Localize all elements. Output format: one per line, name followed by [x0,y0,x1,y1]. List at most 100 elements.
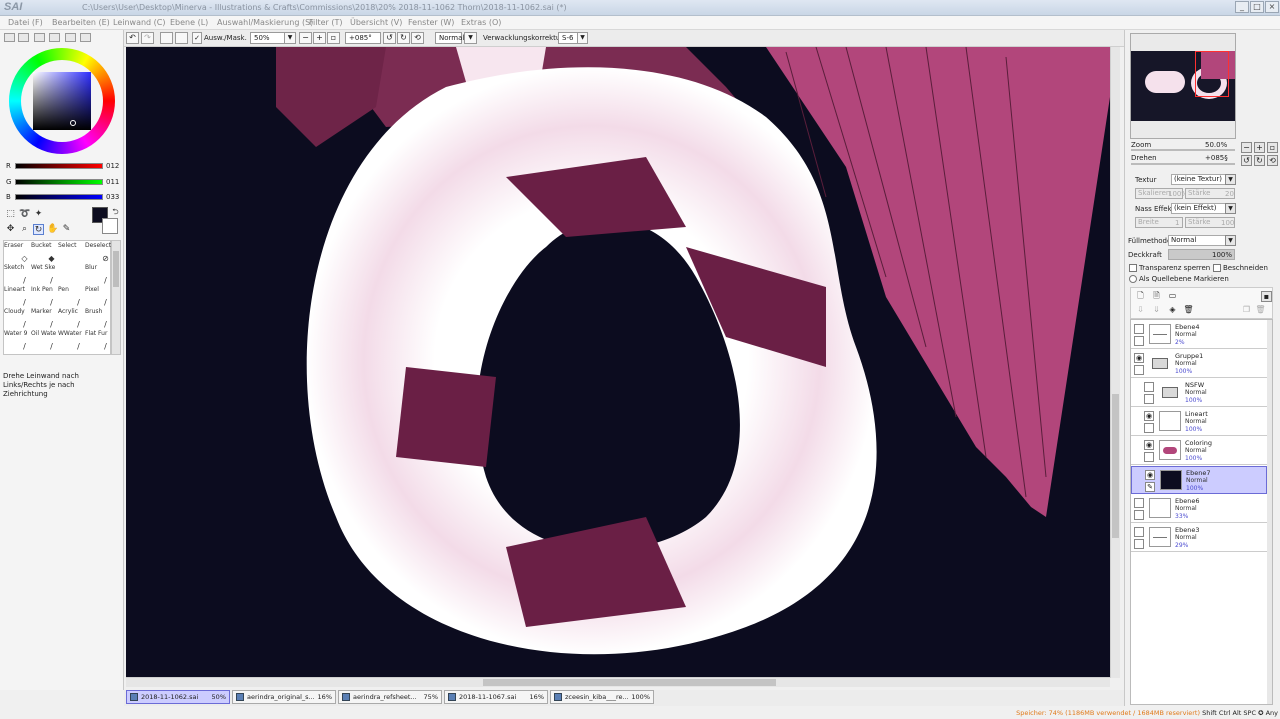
minimize-button[interactable]: _ [1235,1,1249,13]
fill-mode-dropdown-icon[interactable]: ▼ [1225,235,1236,246]
layer-lock-toggle[interactable] [1144,452,1154,462]
rotation-field[interactable]: +085° [345,32,381,44]
brush-slot[interactable]: Marker / [31,308,58,330]
navigator-zoom-reset-button[interactable]: ▫ [1267,142,1278,153]
layer-row[interactable]: ◉ Gruppe1 Normal 100% [1131,350,1267,378]
selection-mask-checkbox[interactable]: ✓ [192,32,202,44]
new-folder-icon[interactable]: ▭ [1167,291,1178,302]
effect-dropdown-icon[interactable]: ▼ [1225,203,1236,214]
layer-visibility-eye-icon[interactable]: ◉ [1134,353,1144,363]
brush-slot[interactable]: Blur / [85,264,112,286]
document-tab[interactable]: 2018-11-1067.sai 16% [444,690,548,704]
transfer-down-icon[interactable]: ⇩ [1135,305,1146,316]
layer-row[interactable]: Ebene4 Normal 2% [1131,321,1267,349]
brush-slot[interactable]: Acrylic / [58,308,85,330]
blue-slider[interactable] [15,194,103,200]
layer-edit-pencil-icon[interactable]: ✎ [1145,482,1155,492]
saturation-value-square[interactable] [33,72,91,130]
clear-layer-icon[interactable]: ◈ [1167,305,1178,316]
rotate-left-button[interactable]: ↺ [383,32,396,44]
green-slider[interactable] [15,179,103,185]
brush-slot[interactable]: Ink Pen / [31,286,58,308]
source-layer-radio[interactable] [1129,275,1137,283]
brush-slot[interactable]: WWater / [58,330,85,352]
rgb-slider-mode-button[interactable] [18,33,29,42]
layer-lock-toggle[interactable] [1144,394,1154,404]
menu-item-0[interactable]: Datei (F) [8,18,43,27]
layer-lock-toggle[interactable] [1134,539,1144,549]
stabilizer-dropdown-icon[interactable]: ▼ [577,32,588,44]
menu-item-2[interactable]: Leinwand (C) [113,18,166,27]
brush-slot[interactable]: Wet Ske / [31,264,58,286]
sv-picker-handle[interactable] [70,120,76,126]
brush-slot[interactable]: Cloudy / [4,308,31,330]
navigator-rotate-reset-button[interactable]: ⟲ [1267,155,1278,166]
lasso-tool-icon[interactable]: ➰ [19,209,30,220]
menu-item-4[interactable]: Auswahl/Maskierung (S) [217,18,313,27]
layer-row[interactable]: ◉ Lineart Normal 100% [1131,408,1267,436]
brush-slot[interactable]: Select [58,242,85,264]
layer-visibility-eye-icon[interactable]: ◉ [1144,440,1154,450]
brush-grid-scrollbar[interactable] [111,240,121,355]
layer-row[interactable]: ◉ ✎ Ebene7 Normal 100% [1131,466,1267,494]
zoom-out-button[interactable]: − [299,32,312,44]
scratchpad-mode-button[interactable] [80,33,91,42]
background-color[interactable] [102,218,118,234]
layer-visibility-eye-icon[interactable]: ◉ [1144,411,1154,421]
menu-item-7[interactable]: Fenster (W) [408,18,454,27]
new-linework-layer-icon[interactable]: 🗎 [1151,291,1162,302]
duplicate-layer-icon[interactable]: ❐ [1241,305,1252,316]
rotate-tool-icon[interactable]: ↻ [33,224,44,235]
layer-row[interactable]: Ebene3 Normal 29% [1131,524,1267,552]
brush-slot[interactable]: Flat Fur / [85,330,112,352]
close-button[interactable]: × [1265,1,1279,13]
opacity-slider[interactable]: 100% [1168,249,1235,260]
navigator-rotate-right-button[interactable]: ↻ [1254,155,1265,166]
deselect-button[interactable] [160,32,173,44]
zoom-in-button[interactable]: + [313,32,326,44]
canvas-horizontal-scrollbar[interactable] [126,677,1110,687]
menu-item-6[interactable]: Übersicht (V) [350,18,402,27]
magic-wand-icon[interactable]: ✦ [33,209,44,220]
layer-list-scrollbar[interactable] [1267,320,1272,704]
brush-slot[interactable]: Water 9 / [4,330,31,352]
rotate-right-button[interactable]: ↻ [397,32,410,44]
delete-layer-icon[interactable]: 🗑 [1183,305,1194,316]
layer-lock-toggle[interactable] [1134,510,1144,520]
invert-selection-button[interactable] [175,32,188,44]
layer-panel-menu-button[interactable]: ▪ [1261,291,1272,302]
mixer-mode-button[interactable] [65,33,76,42]
hsv-slider-mode-button[interactable] [34,33,45,42]
move-tool-icon[interactable]: ✥ [5,224,16,235]
brush-slot[interactable]: Pen / [58,286,85,308]
navigator-zoom-out-button[interactable]: − [1241,142,1252,153]
layer-lock-toggle[interactable] [1134,336,1144,346]
brush-slot[interactable]: Eraser ◇ [4,242,31,264]
document-tab[interactable]: zceesin_kiba___re... 100% [550,690,654,704]
brush-slot[interactable]: Bucket ◆ [31,242,58,264]
menu-item-3[interactable]: Ebene (L) [170,18,208,27]
navigator-thumbnail[interactable] [1130,33,1236,139]
undo-button[interactable]: ↶ [126,32,139,44]
layer-row[interactable]: ◉ Coloring Normal 100% [1131,437,1267,465]
maximize-button[interactable]: □ [1250,1,1264,13]
layer-visibility-eye-icon[interactable]: ◉ [1145,470,1155,480]
clipping-checkbox[interactable] [1213,264,1221,272]
canvas-vertical-scrollbar[interactable] [1110,47,1120,678]
brush-slot[interactable] [58,264,85,286]
document-tab[interactable]: 2018-11-1062.sai 50% [126,690,230,704]
zoom-reset-button[interactable]: ▫ [327,32,340,44]
texture-dropdown-icon[interactable]: ▼ [1225,174,1236,185]
blend-dropdown-icon[interactable]: ▼ [464,32,477,44]
layer-row[interactable]: Ebene6 Normal 33% [1131,495,1267,523]
layer-lock-toggle[interactable] [1144,423,1154,433]
nav-rotate-slider[interactable] [1131,163,1235,165]
nav-zoom-slider[interactable] [1131,149,1235,151]
brush-slot[interactable]: Brush / [85,308,112,330]
zoom-tool-icon[interactable]: ⌕ [19,224,30,235]
brush-slot[interactable]: Pixel / [85,286,112,308]
brush-slot[interactable]: Deselect ⊘ [85,242,112,264]
rotate-reset-button[interactable]: ⟲ [411,32,424,44]
layer-visibility-eye-icon[interactable] [1134,527,1144,537]
hand-tool-icon[interactable]: ✋ [47,224,58,235]
